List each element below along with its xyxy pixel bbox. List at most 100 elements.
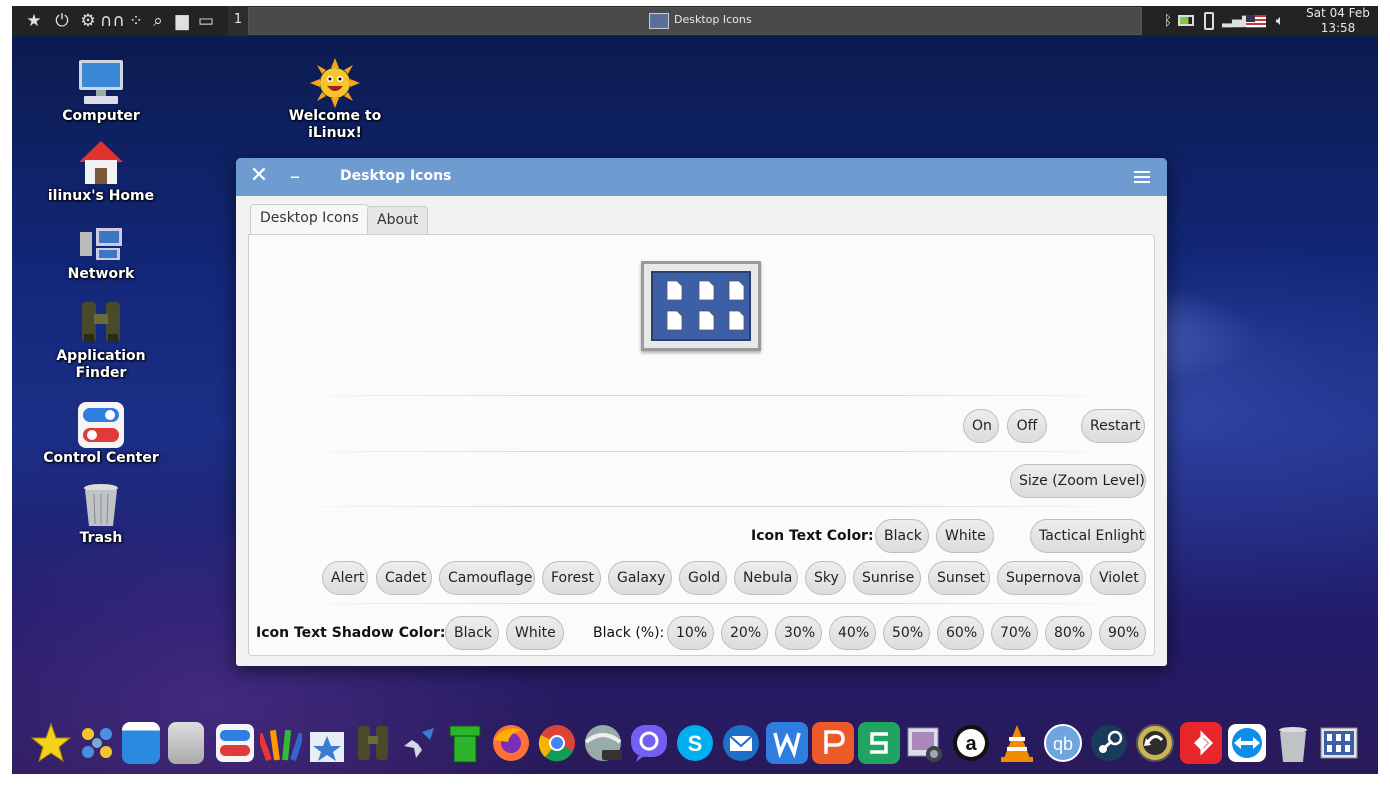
percent-70-button[interactable]: 70%: [991, 616, 1038, 650]
control-center-icon[interactable]: [214, 722, 256, 764]
workspace-switcher[interactable]: 1: [228, 6, 248, 36]
viber-icon[interactable]: [628, 722, 670, 764]
close-button[interactable]: ✕: [248, 165, 270, 188]
mail-client-icon[interactable]: [720, 722, 762, 764]
power-icon[interactable]: ⏻: [50, 9, 74, 33]
wps-spreadsheets-icon[interactable]: [858, 722, 900, 764]
qbittorrent-icon[interactable]: qb: [1042, 722, 1084, 764]
desktop-icon-label: ilinux's Home: [47, 188, 155, 204]
percent-60-button[interactable]: 60%: [937, 616, 984, 650]
desktop-show-icon[interactable]: [122, 722, 160, 764]
desktop-icon-computer[interactable]: Computer: [36, 58, 166, 125]
search-icon[interactable]: ⌕: [146, 9, 170, 33]
clock[interactable]: Sat 04 Feb 13:58: [1298, 6, 1378, 36]
on-button[interactable]: On: [963, 409, 999, 443]
percent-20-button[interactable]: 20%: [721, 616, 768, 650]
webcam-photo-icon[interactable]: [904, 722, 946, 764]
theme-forest-button[interactable]: Forest: [542, 561, 601, 595]
battery-icon[interactable]: [1178, 15, 1194, 26]
tactical-enlight-button[interactable]: Tactical Enlight: [1030, 519, 1146, 553]
signal-icon[interactable]: ▂▄▆: [1222, 9, 1252, 33]
theme-violet-button[interactable]: Violet: [1090, 561, 1146, 595]
system-tray: ᛒ ▂▄▆ 🔈︎: [1150, 6, 1298, 36]
wps-writer-icon[interactable]: [766, 722, 808, 764]
desktop-icon-trash[interactable]: Trash: [36, 480, 166, 547]
theme-nebula-button[interactable]: Nebula: [734, 561, 798, 595]
percent-30-button[interactable]: 30%: [775, 616, 822, 650]
percent-80-button[interactable]: 80%: [1045, 616, 1092, 650]
desktop-icons-dock-icon[interactable]: [1318, 722, 1360, 764]
svg-text:a: a: [965, 733, 977, 755]
warp-pipe-icon[interactable]: [444, 722, 486, 764]
desktop-icon-welcome[interactable]: Welcome to iLinux!: [270, 58, 400, 142]
window-titlebar[interactable]: ✕ – Desktop Icons: [236, 158, 1167, 196]
tab-desktop-icons[interactable]: Desktop Icons: [250, 204, 369, 234]
theme-gold-button[interactable]: Gold: [679, 561, 727, 595]
percent-10-button[interactable]: 10%: [667, 616, 714, 650]
desktop-icon-network[interactable]: Network: [36, 224, 166, 283]
taskbar-task-button[interactable]: Desktop Icons: [248, 7, 1142, 35]
svg-text:qb: qb: [1053, 734, 1073, 754]
file-cabinet-icon[interactable]: [168, 722, 204, 764]
desktop-icon-label: Trash: [79, 530, 123, 546]
color-palette-icon[interactable]: [256, 722, 305, 764]
desktop-icon-label-line2: iLinux!: [308, 125, 362, 141]
wps-presentation-icon[interactable]: [812, 722, 854, 764]
steam-icon[interactable]: [1088, 722, 1130, 764]
desktop-icon-home[interactable]: ilinux's Home: [36, 138, 166, 205]
theme-alert-button[interactable]: Alert: [322, 561, 368, 595]
skype-icon[interactable]: S: [674, 722, 716, 764]
percent-50-button[interactable]: 50%: [883, 616, 930, 650]
google-earth-pro-icon[interactable]: [582, 722, 624, 764]
hamburger-menu-icon[interactable]: [1132, 168, 1152, 186]
off-button[interactable]: Off: [1007, 409, 1047, 443]
binoculars-icon[interactable]: ∩∩: [100, 9, 125, 33]
chrome-icon[interactable]: [536, 722, 578, 764]
text-color-white-button[interactable]: White: [936, 519, 994, 553]
tab-about[interactable]: About: [367, 206, 429, 234]
theme-supernova-button[interactable]: Supernova: [997, 561, 1083, 595]
anydesk-icon[interactable]: a: [950, 722, 992, 764]
shadow-white-button[interactable]: White: [506, 616, 564, 650]
volume-icon[interactable]: 🔈︎: [1268, 9, 1292, 33]
text-color-black-button[interactable]: Black: [875, 519, 929, 553]
black-percent-label: Black (%):: [593, 625, 665, 641]
theme-cadet-button[interactable]: Cadet: [376, 561, 432, 595]
timeshift-icon[interactable]: [1134, 722, 1176, 764]
theme-camouflage-button[interactable]: Camouflage: [439, 561, 535, 595]
software-store-icon[interactable]: [306, 722, 348, 764]
binoculars-dock-icon[interactable]: [352, 722, 394, 764]
rocket-icon[interactable]: [398, 722, 440, 764]
usb-drive-icon[interactable]: [1204, 12, 1214, 30]
theme-sunrise-button[interactable]: Sunrise: [853, 561, 921, 595]
desktop-icon-label: Welcome to: [288, 108, 382, 124]
restart-button[interactable]: Restart: [1081, 409, 1145, 443]
separator: [279, 506, 1139, 507]
percent-40-button[interactable]: 40%: [829, 616, 876, 650]
separator: [279, 395, 1139, 396]
size-zoom-level-button[interactable]: Size (Zoom Level): [1010, 464, 1146, 498]
minimize-button[interactable]: –: [284, 166, 306, 188]
teamviewer-icon[interactable]: [1226, 722, 1268, 764]
apps-grid-icon[interactable]: [76, 722, 118, 764]
shadow-black-button[interactable]: Black: [445, 616, 499, 650]
theme-sky-button[interactable]: Sky: [805, 561, 846, 595]
desktop-icon-control-center[interactable]: Control Center: [36, 400, 166, 467]
vlc-icon[interactable]: [996, 722, 1038, 764]
bluetooth-icon[interactable]: ᛒ: [1156, 9, 1180, 33]
show-desktop-icon[interactable]: ▭: [194, 9, 218, 33]
theme-sunset-button[interactable]: Sunset: [928, 561, 990, 595]
network-icon: [76, 224, 126, 266]
percent-90-button[interactable]: 90%: [1099, 616, 1146, 650]
us-flag-icon[interactable]: [1246, 15, 1266, 28]
firefox-icon[interactable]: [490, 722, 532, 764]
trash-dock-icon[interactable]: [1272, 722, 1314, 764]
toggle-settings-icon[interactable]: ⚙: [76, 9, 100, 33]
theme-galaxy-button[interactable]: Galaxy: [608, 561, 672, 595]
star-icon[interactable]: [30, 722, 72, 764]
star-menu-icon[interactable]: ★: [22, 9, 46, 33]
apps-icon[interactable]: ⁘: [124, 9, 148, 33]
folder-icon[interactable]: ▆: [170, 9, 194, 33]
anydesk-red-icon[interactable]: [1180, 722, 1222, 764]
desktop-icon-application-finder[interactable]: Application Finder: [36, 298, 166, 382]
